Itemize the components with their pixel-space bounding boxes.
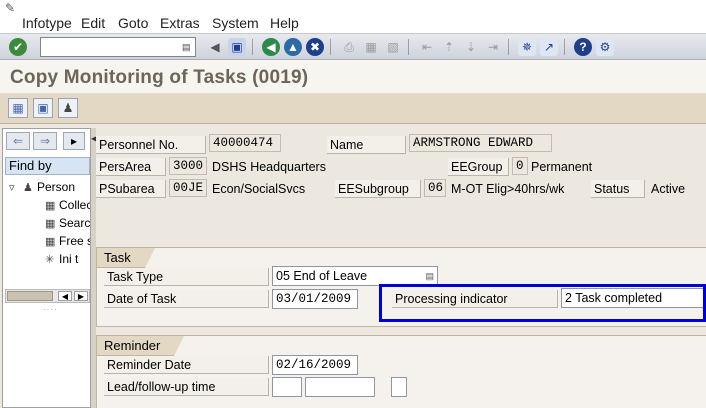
time-unit-input[interactable] [305,377,375,397]
eegroup-text: Permanent [531,160,593,174]
menu-goto[interactable]: Goto [118,15,148,31]
scroll-left-icon[interactable]: ◀ [58,291,72,301]
help-icon[interactable]: ? [574,38,592,56]
tree-node-label: Free search [59,234,90,248]
menu-edit[interactable]: Edit [81,15,105,31]
horizontal-scrollbar[interactable]: ◀ ▶ [5,289,90,303]
toolbar-separator [408,39,409,55]
tree-node-ini[interactable]: ✳ Ini t [45,251,90,267]
tree-node-search-term[interactable]: ▦Search term [45,215,90,231]
eesubgroup-code: 06 [424,179,446,197]
enter-icon[interactable]: ✔ [9,38,27,56]
customize-layout-icon[interactable]: ⚙ [596,38,614,56]
toolbar-separator [508,39,509,55]
save-icon[interactable]: ▣ [228,38,246,56]
standard-toolbar: ✔ ▤ ◀ ▣ ◀ ▲ ✖ ⎙ ▦ ▧ ⇤ ⇡ ⇣ ⇥ ✵ ↗ ? ⚙ [0,34,706,60]
task-type-label: Task Type [104,268,269,286]
binoculars-icon: ▦ [45,200,56,212]
date-of-task-label: Date of Task [104,290,269,308]
eegroup-label: EEGroup [448,158,509,176]
psubarea-label: PSubarea [96,180,166,198]
first-page-icon[interactable]: ⇤ [418,38,436,56]
menu-system[interactable]: System [212,15,259,31]
lead-time-input[interactable] [272,377,302,397]
tree-node-free-search[interactable]: ▦Free search [45,233,90,249]
persons-icon: ♟ [23,182,33,194]
collapse-icon[interactable]: ▿ [9,180,23,195]
scrollbar-thumb[interactable] [7,291,53,301]
title-bar: Copy Monitoring of Tasks (0019) [0,60,706,94]
task-type-value: 05 End of Leave [276,269,368,283]
menu-help[interactable]: Help [270,15,299,31]
print-icon[interactable]: ⎙ [340,38,358,56]
shortcut-icon[interactable]: ↗ [540,38,558,56]
toolbar-separator [564,39,565,55]
processing-indicator-highlight [379,284,706,322]
create-session-icon[interactable]: ✵ [518,38,536,56]
scroll-right-icon[interactable]: ▶ [74,291,88,301]
tree-node-label: Person [37,180,76,194]
reminder-date-label: Reminder Date [104,356,269,374]
task-group-title: Task [97,248,155,268]
psubarea-text: Econ/SocialSvcs [212,182,306,196]
find-by-header[interactable]: Find by [5,157,90,175]
system-menu-icon[interactable]: ✎ [5,2,19,14]
org-structure-icon[interactable]: ♟ [58,98,78,118]
previous-page-icon[interactable]: ⇡ [440,38,458,56]
tree-node-label: Search term [59,216,90,230]
persarea-text: DSHS Headquarters [212,160,326,174]
menu-bar: ✎ Infotype Edit Goto Extras System Help [0,0,706,34]
delimit-icon[interactable]: ▣ [33,98,53,118]
find-next-icon[interactable]: ▧ [384,38,402,56]
find-icon[interactable]: ▦ [362,38,380,56]
ini-icon: ✳ [45,254,55,266]
copy-icon[interactable]: ▦ [8,98,28,118]
menu-infotype[interactable]: Infotype [22,15,72,31]
back-icon[interactable]: ◀ [262,38,280,56]
cancel-icon[interactable]: ✖ [306,38,324,56]
sign-checkbox[interactable] [391,377,407,397]
toolbar-separator [330,39,331,55]
back-arrow-icon[interactable]: ◀ [206,38,224,56]
task-type-select[interactable]: 05 End of Leave ▤ [272,266,438,286]
exit-icon[interactable]: ▲ [284,38,302,56]
tree-node-label: Ini t [59,252,79,266]
name-value: ARMSTRONG EDWARD [409,134,552,152]
resize-grip-icon[interactable]: ···· [43,305,58,314]
page-title: Copy Monitoring of Tasks (0019) [10,67,309,88]
object-manager-pane: ⇐ ⇒ ▸ Find by ▿♟Person ▦Collective searc… [2,128,91,408]
tree-node-collective-search[interactable]: ▦Collective search help [45,197,90,213]
binoculars-icon: ▦ [45,218,56,230]
tree-node-label: Collective search help [59,198,90,212]
last-page-icon[interactable]: ⇥ [484,38,502,56]
nav-back-icon[interactable]: ⇐ [6,132,30,150]
dropdown-icon[interactable]: ▤ [182,41,192,53]
binoculars-icon: ▦ [45,236,56,248]
name-label: Name [327,136,406,154]
personnel-no-label: Personnel No. [96,136,206,154]
reminder-date-input[interactable]: 02/16/2009 [272,355,358,375]
tree-node-person[interactable]: ▿ ♟ Person [9,179,91,195]
eesubgroup-label: EESubgroup [335,180,421,198]
nav-forward-icon[interactable]: ⇒ [33,132,57,150]
menu-extras[interactable]: Extras [160,15,200,31]
persarea-label: PersArea [96,158,166,176]
next-page-icon[interactable]: ⇣ [462,38,480,56]
date-of-task-input[interactable]: 03/01/2009 [272,289,358,309]
psubarea-code: 00JE [169,179,207,197]
eesubgroup-text: M-OT Elig>40hrs/wk [451,182,565,196]
dropdown-icon[interactable]: ▤ [425,270,434,282]
status-value: Active [651,182,686,196]
application-toolbar: ▦ ▣ ♟ [0,94,706,124]
toolbar-separator [252,39,253,55]
nav-expand-icon[interactable]: ▸ [63,132,85,150]
status-label: Status [591,180,645,198]
reminder-group-title: Reminder [97,336,185,356]
lead-follow-up-label: Lead/follow-up time [104,378,269,396]
personnel-no-value: 40000474 [209,134,281,152]
persarea-code: 3000 [169,157,207,175]
command-field[interactable]: ▤ [40,37,196,57]
eegroup-code: 0 [512,157,528,175]
